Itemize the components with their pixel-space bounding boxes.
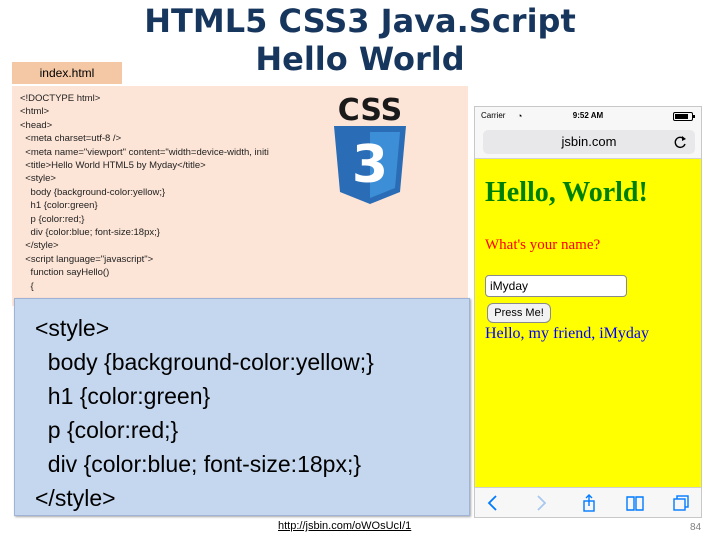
jsbin-link[interactable]: http://jsbin.com/oWOsUcI/1 xyxy=(278,520,411,532)
zoom-code-line: </style> xyxy=(35,485,116,511)
code-line: <html> xyxy=(20,106,50,118)
forward-icon[interactable] xyxy=(531,493,551,513)
css3-logo-number: 3 xyxy=(352,135,388,195)
slide-title: HTML5 CSS3 Java.Script Hello World xyxy=(130,2,590,78)
zoom-code-line: body {background-color:yellow;} xyxy=(35,349,374,375)
zoom-code-line: h1 {color:green} xyxy=(35,383,211,409)
code-line: </style> xyxy=(20,240,59,252)
back-icon[interactable] xyxy=(483,493,503,513)
browser-toolbar xyxy=(475,487,701,517)
bookmarks-icon[interactable] xyxy=(625,493,645,513)
battery-icon xyxy=(673,112,695,121)
zoom-code-line: p {color:red;} xyxy=(35,417,179,443)
share-icon[interactable] xyxy=(579,493,599,513)
code-line: <head> xyxy=(20,119,53,131)
code-line: <title>Hello World HTML5 by Myday</title… xyxy=(20,160,206,172)
greeting-text: Hello, my friend, iMyday xyxy=(485,325,649,342)
code-line: { xyxy=(20,280,34,292)
zoom-code-line: <style> xyxy=(35,315,110,341)
hello-world-heading: Hello, World! xyxy=(485,177,648,208)
reload-icon[interactable] xyxy=(673,130,687,154)
tabs-icon[interactable] xyxy=(671,493,691,513)
code-line: <meta charset=utf-8 /> xyxy=(20,133,122,145)
slide-title-line1: HTML5 CSS3 Java.Script xyxy=(144,2,576,40)
css3-logo-text: CSS xyxy=(338,93,402,128)
address-bar: jsbin.com xyxy=(475,125,701,159)
zoom-code-listing: <style> body {background-color:yellow;} … xyxy=(35,311,374,515)
status-bar: Carrier ◔ 9:52 AM xyxy=(475,107,701,125)
code-listing: <!DOCTYPE html> <html> <head> <meta charse… xyxy=(20,92,269,293)
name-prompt: What's your name? xyxy=(485,237,601,253)
zoom-code-panel: <style> body {background-color:yellow;} … xyxy=(14,298,470,516)
code-line: <meta name="viewport" content="width=dev… xyxy=(20,146,269,158)
url-field[interactable]: jsbin.com xyxy=(483,130,695,154)
code-line: <script language="javascript"> xyxy=(20,253,154,265)
name-input[interactable]: iMyday xyxy=(485,275,627,297)
page-number: 84 xyxy=(690,522,702,533)
zoom-code-line: div {color:blue; font-size:18px;} xyxy=(35,451,362,477)
code-line: p {color:red;} xyxy=(20,213,85,225)
code-line: function sayHello() xyxy=(20,267,110,279)
phone-screenshot: Carrier ◔ 9:52 AM jsbin.com Hello, World… xyxy=(474,106,702,518)
code-line: body {background-color:yellow;} xyxy=(20,186,166,198)
code-line: <!DOCTYPE html> xyxy=(20,93,101,104)
slide-title-line2: Hello World xyxy=(255,40,465,78)
code-line: <style> xyxy=(20,173,56,185)
status-time: 9:52 AM xyxy=(572,111,604,120)
css3-logo-icon: CSS 3 xyxy=(334,93,406,204)
press-me-button[interactable]: Press Me! xyxy=(487,303,551,323)
file-tab-label: index.html xyxy=(12,62,122,84)
code-line: div {color:blue; font-size:18px;} xyxy=(20,227,160,239)
code-line: h1 {color:green} xyxy=(20,200,98,212)
